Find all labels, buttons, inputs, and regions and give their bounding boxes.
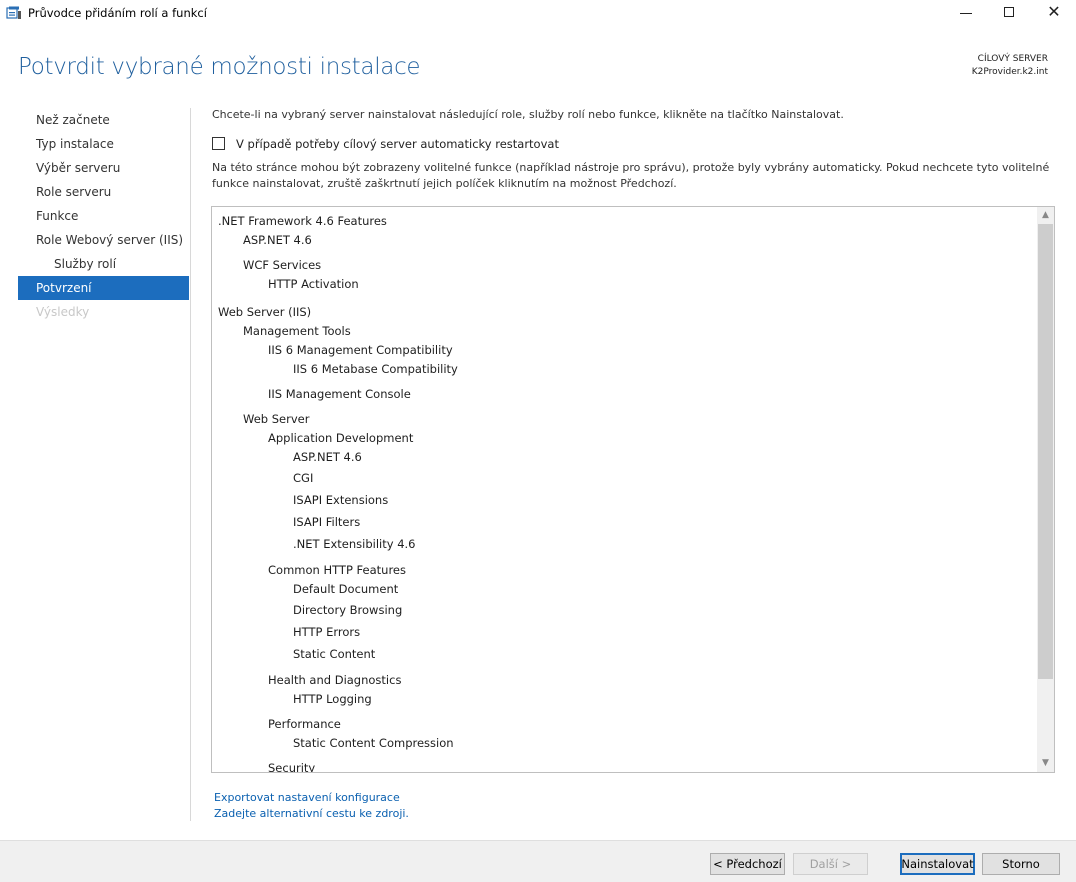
- feature-item: Health and Diagnostics: [268, 673, 402, 687]
- feature-item: IIS 6 Management Compatibility: [268, 343, 453, 357]
- scroll-down-arrow-icon[interactable]: ▼: [1037, 755, 1054, 772]
- feature-item: .NET Framework 4.6 Features: [218, 214, 387, 228]
- restart-checkbox[interactable]: [212, 137, 225, 150]
- feature-item: ISAPI Filters: [293, 515, 361, 529]
- cancel-button[interactable]: Storno: [982, 853, 1060, 875]
- feature-item: HTTP Logging: [293, 692, 372, 706]
- scroll-up-arrow-icon[interactable]: ▲: [1037, 207, 1054, 224]
- feature-item: Static Content: [293, 647, 376, 661]
- feature-item: ASP.NET 4.6: [243, 233, 312, 247]
- nav-item-installation-type[interactable]: Typ instalace: [18, 132, 189, 156]
- feature-item: WCF Services: [243, 258, 322, 272]
- feature-item: Default Document: [293, 582, 399, 596]
- export-config-link[interactable]: Exportovat nastavení konfigurace: [214, 791, 400, 804]
- feature-item: IIS 6 Metabase Compatibility: [293, 362, 458, 376]
- wizard-footer: < Předchozí Další > Nainstalovat Storno: [0, 840, 1076, 882]
- feature-item: Application Development: [268, 431, 414, 445]
- target-server-name: K2Provider.k2.int: [971, 67, 1048, 77]
- window-title: Průvodce přidáním rolí a funkcí: [28, 6, 207, 20]
- feature-item: HTTP Activation: [268, 277, 359, 291]
- restart-checkbox-label[interactable]: V případě potřeby cílový server automati…: [236, 137, 559, 151]
- nav-divider: [190, 108, 191, 821]
- nav-item-web-server-role[interactable]: Role Webový server (IIS): [18, 228, 189, 252]
- optional-features-note: Na této stránce mohou být zobrazeny voli…: [212, 161, 1050, 190]
- feature-item: Management Tools: [243, 324, 351, 338]
- feature-item: Web Server: [243, 412, 310, 426]
- feature-item: Static Content Compression: [293, 736, 454, 750]
- intro-text: Chcete-li na vybraný server nainstalovat…: [212, 108, 844, 121]
- scroll-thumb[interactable]: [1038, 224, 1053, 679]
- alternate-source-link[interactable]: Zadejte alternativní cestu ke zdroji.: [214, 807, 409, 820]
- maximize-button[interactable]: [986, 0, 1032, 26]
- feature-item: ASP.NET 4.6: [293, 450, 362, 464]
- nav-item-role-services[interactable]: Služby rolí: [18, 252, 189, 276]
- nav-item-confirmation[interactable]: Potvrzení: [18, 276, 189, 300]
- previous-button[interactable]: < Předchozí: [710, 853, 785, 875]
- server-manager-icon: [6, 6, 21, 19]
- nav-item-server-roles[interactable]: Role serveru: [18, 180, 189, 204]
- feature-item: Directory Browsing: [293, 603, 403, 617]
- wizard-nav: Než začnete Typ instalace Výběr serveru …: [18, 108, 189, 324]
- vertical-scrollbar[interactable]: ▲ ▼: [1037, 207, 1054, 772]
- feature-item: Web Server (IIS): [218, 305, 312, 319]
- feature-item: CGI: [293, 471, 314, 485]
- nav-item-before-you-begin[interactable]: Než začnete: [18, 108, 189, 132]
- next-button: Další >: [793, 853, 868, 875]
- minimize-button[interactable]: [943, 0, 989, 26]
- feature-item: .NET Extensibility 4.6: [293, 537, 416, 551]
- minimize-icon: [960, 13, 972, 14]
- target-server-label: CÍLOVÝ SERVER: [977, 54, 1048, 64]
- title-bar: Průvodce přidáním rolí a funkcí ✕: [0, 0, 1076, 26]
- close-icon: ✕: [1047, 2, 1061, 21]
- page-title: Potvrdit vybrané možnosti instalace: [18, 54, 421, 80]
- features-tree: .NET Framework 4.6 Features ASP.NET 4.6 WC…: [218, 212, 1038, 773]
- nav-item-results: Výsledky: [36, 305, 90, 319]
- close-button[interactable]: ✕: [1031, 0, 1076, 26]
- feature-item: Security: [268, 761, 316, 773]
- feature-item: IIS Management Console: [268, 387, 411, 401]
- install-button[interactable]: Nainstalovat: [900, 853, 975, 875]
- selected-features-list[interactable]: .NET Framework 4.6 Features ASP.NET 4.6 WC…: [211, 206, 1055, 773]
- feature-item: Common HTTP Features: [268, 563, 406, 577]
- maximize-icon: [1004, 7, 1014, 17]
- feature-item: Performance: [268, 717, 341, 731]
- nav-item-server-selection[interactable]: Výběr serveru: [18, 156, 189, 180]
- feature-item: HTTP Errors: [293, 625, 361, 639]
- feature-item: ISAPI Extensions: [293, 493, 389, 507]
- nav-item-features[interactable]: Funkce: [18, 204, 189, 228]
